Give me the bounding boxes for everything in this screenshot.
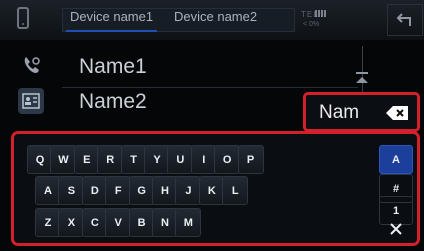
key-d[interactable]: D [81, 176, 108, 205]
tab-device-name1[interactable]: Device name1 [65, 9, 158, 32]
key-x[interactable]: X [58, 208, 85, 237]
key-e[interactable]: E [73, 145, 100, 174]
call-history-icon[interactable] [22, 55, 42, 75]
key-m[interactable]: M [175, 208, 202, 237]
mode-alpha-key[interactable]: A [379, 145, 413, 174]
key-o[interactable]: O [214, 145, 241, 174]
key-g[interactable]: G [128, 176, 155, 205]
key-t[interactable]: T [120, 145, 147, 174]
signal-sublabel: < 0% [303, 21, 320, 28]
contact-row[interactable]: Name1 [62, 53, 358, 88]
contact-name: Name2 [79, 90, 147, 113]
smartphone-icon [17, 7, 29, 29]
key-l[interactable]: L [222, 176, 249, 205]
key-i[interactable]: I [190, 145, 217, 174]
key-h[interactable]: H [152, 176, 178, 205]
phonebook-search-screen: Device name1 Device name2 TEL < 0% Name1 [0, 0, 424, 251]
keyboard: QWERTYUIOPASDFGHJKLZXCVBNM A # 1 [11, 131, 420, 246]
search-text: Nam [319, 102, 360, 123]
key-s[interactable]: S [58, 176, 85, 205]
back-arrow-icon [396, 13, 411, 26]
key-n[interactable]: N [152, 208, 178, 237]
header-bar: Device name1 Device name2 TEL < 0% [0, 0, 424, 40]
phonebook-icon[interactable] [18, 88, 44, 114]
key-r[interactable]: R [97, 145, 124, 174]
key-w[interactable]: W [50, 145, 77, 174]
key-q[interactable]: Q [27, 145, 53, 174]
back-button[interactable] [387, 4, 423, 36]
search-input[interactable]: Nam [303, 92, 420, 132]
backspace-icon[interactable] [378, 102, 412, 124]
scroll-to-top-icon[interactable] [351, 69, 373, 89]
key-j[interactable]: J [175, 176, 202, 205]
contact-name: Name1 [79, 55, 147, 78]
signal-status: TEL < 0% [301, 10, 337, 32]
key-v[interactable]: V [105, 208, 132, 237]
key-p[interactable]: P [237, 145, 264, 174]
key-z[interactable]: Z [35, 208, 61, 237]
key-u[interactable]: U [167, 145, 194, 174]
key-y[interactable]: Y [144, 145, 170, 174]
signal-bars-icon [315, 10, 317, 17]
key-a[interactable]: A [35, 176, 61, 205]
close-icon[interactable] [387, 220, 405, 238]
key-k[interactable]: K [198, 176, 225, 205]
key-f[interactable]: F [105, 176, 132, 205]
key-b[interactable]: B [128, 208, 155, 237]
tab-device-name2[interactable]: Device name2 [174, 9, 257, 24]
key-c[interactable]: C [81, 208, 108, 237]
